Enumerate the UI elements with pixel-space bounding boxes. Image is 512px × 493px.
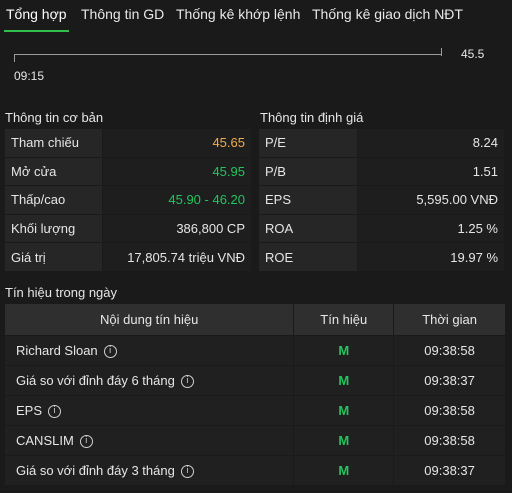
row-label: P/E (258, 128, 358, 158)
signal-name: Giá so với đỉnh đáy 3 tháng (16, 462, 175, 478)
row-label: Khối lượng (4, 213, 103, 244)
signal-time: 09:38:58 (393, 425, 506, 456)
row-label: Tham chiếu (4, 128, 103, 158)
row-label: ROA (258, 213, 358, 244)
valuation-title: Thông tin định giá (260, 110, 364, 125)
signal-name-cell: CANSLIM i (3, 425, 295, 456)
row-value: 5,595.00 VNĐ (356, 185, 506, 215)
tab-bar: Tổng hợp Thông tin GD Thống kê khớp lệnh… (0, 0, 512, 34)
row-value: 17,805.74 triệu VNĐ (101, 242, 253, 272)
tab-thong-ke-giao-dich-ndt[interactable]: Thống kê giao dịch NĐT (312, 6, 463, 22)
row-label: EPS (258, 185, 358, 215)
signal-name-cell: Giá so với đỉnh đáy 6 tháng i (3, 365, 295, 396)
tab-thong-ke-khop-lenh[interactable]: Thống kê khớp lệnh (176, 6, 300, 22)
signal-name-cell: Giá so với đỉnh đáy 3 tháng i (3, 455, 295, 486)
signal-time: 09:38:58 (393, 335, 506, 366)
table-header-row: Nội dung tín hiệu Tín hiệu Thời gian (3, 303, 506, 336)
tab-tong-hop[interactable]: Tổng hợp (6, 6, 67, 22)
table-row: ROE 19.97 % (258, 242, 506, 272)
row-label: Thấp/cao (4, 185, 103, 215)
table-row: Giá trị 17,805.74 triệu VNĐ (4, 242, 253, 272)
signal-value: M (293, 335, 395, 366)
active-tab-indicator (4, 30, 69, 32)
table-row: EPS i M 09:38:58 (3, 395, 506, 426)
signal-name: CANSLIM (16, 432, 74, 448)
signal-name: Giá so với đỉnh đáy 6 tháng (16, 372, 175, 388)
signal-name-cell: EPS i (3, 395, 295, 426)
price-tick (441, 48, 442, 56)
row-value: 45.65 (101, 128, 253, 158)
basic-info-title: Thông tin cơ bản (5, 110, 104, 125)
signals-title: Tín hiệu trong ngày (5, 285, 118, 300)
table-row: Mở cửa 45.95 (4, 156, 253, 187)
tab-thong-tin-gd[interactable]: Thông tin GD (81, 6, 164, 22)
row-value: 1.51 (356, 156, 506, 187)
signal-name: Richard Sloan (16, 342, 98, 358)
signal-time: 09:38:37 (393, 365, 506, 396)
signal-value: M (293, 365, 395, 396)
signal-time: 09:38:58 (393, 395, 506, 426)
table-row: Richard Sloan i M 09:38:58 (3, 335, 506, 366)
row-value: 45.95 (101, 156, 253, 187)
row-value: 45.90 - 46.20 (101, 185, 253, 215)
time-tick (14, 54, 15, 62)
table-row: P/B 1.51 (258, 156, 506, 187)
price-axis-label: 45.5 (461, 47, 485, 61)
column-header-signal: Tín hiệu (293, 303, 395, 336)
table-row: P/E 8.24 (258, 128, 506, 158)
row-value: 1.25 % (356, 213, 506, 244)
row-value: 19.97 % (356, 242, 506, 272)
signal-value: M (293, 395, 395, 426)
row-label: Mở cửa (4, 156, 103, 187)
signal-name-cell: Richard Sloan i (3, 335, 295, 366)
basic-info-table: Tham chiếu 45.65 Mở cửa 45.95 Thấp/cao 4… (4, 128, 253, 272)
signal-time: 09:38:37 (393, 455, 506, 486)
table-row: Giá so với đỉnh đáy 3 tháng i M 09:38:37 (3, 455, 506, 486)
signals-table: Nội dung tín hiệu Tín hiệu Thời gian Ric… (3, 303, 506, 486)
signal-value: M (293, 425, 395, 456)
row-label: ROE (258, 242, 358, 272)
table-row: CANSLIM i M 09:38:58 (3, 425, 506, 456)
row-label: P/B (258, 156, 358, 187)
intraday-chart: 45.5 09:15 (0, 34, 512, 94)
signal-value: M (293, 455, 395, 486)
row-label: Giá trị (4, 242, 103, 272)
info-icon[interactable]: i (48, 405, 62, 419)
signal-name: EPS (16, 402, 43, 418)
info-icon[interactable]: i (180, 375, 194, 389)
column-header-time: Thời gian (393, 303, 506, 336)
row-value: 386,800 CP (101, 213, 253, 244)
info-icon[interactable]: i (79, 435, 93, 449)
valuation-table: P/E 8.24 P/B 1.51 EPS 5,595.00 VNĐ ROA 1… (258, 128, 506, 272)
column-header-content: Nội dung tín hiệu (3, 303, 295, 336)
time-axis-label: 09:15 (14, 69, 45, 83)
table-row: ROA 1.25 % (258, 213, 506, 244)
row-value: 8.24 (356, 128, 506, 158)
info-icon[interactable]: i (180, 465, 194, 479)
table-row: Khối lượng 386,800 CP (4, 213, 253, 244)
table-row: Giá so với đỉnh đáy 6 tháng i M 09:38:37 (3, 365, 506, 396)
table-row: Thấp/cao 45.90 - 46.20 (4, 185, 253, 215)
price-line (14, 54, 442, 55)
info-icon[interactable]: i (103, 345, 117, 359)
table-row: EPS 5,595.00 VNĐ (258, 185, 506, 215)
table-row: Tham chiếu 45.65 (4, 128, 253, 158)
